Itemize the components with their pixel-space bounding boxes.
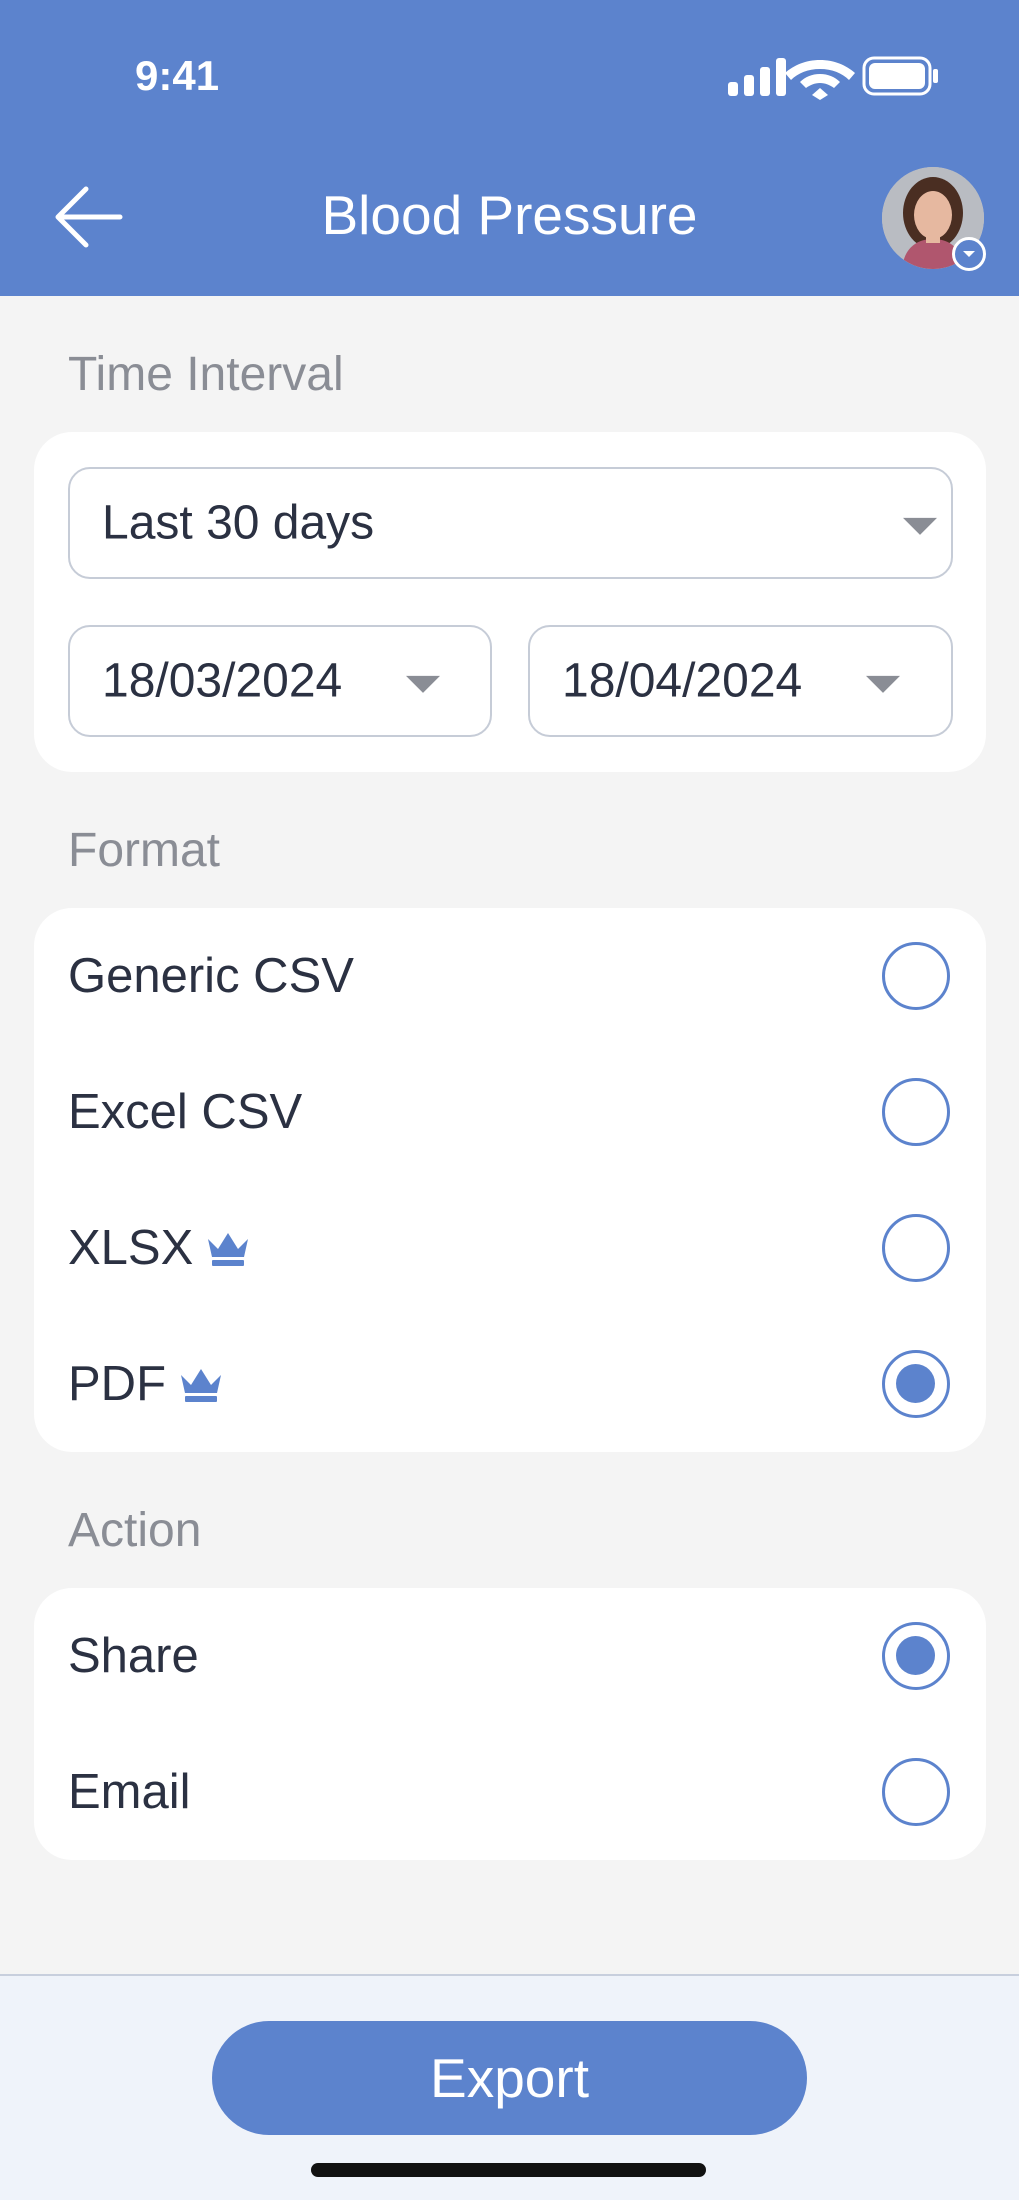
end-date-value: 18/04/2024 [562, 654, 803, 708]
format-option-label: XLSX [68, 1221, 194, 1275]
format-option-label: PDF [68, 1357, 166, 1411]
radio-dot [896, 1364, 935, 1403]
format-card: Generic CSV Excel CSV XLSX PDF [34, 908, 986, 1452]
radio-button-selected[interactable] [882, 1622, 950, 1690]
format-option-label: Generic CSV [68, 949, 354, 1003]
format-option-generic-csv[interactable]: Generic CSV [34, 908, 986, 1044]
action-option-label: Share [68, 1629, 199, 1683]
premium-crown-icon [208, 1233, 248, 1266]
export-button[interactable]: Export [212, 2021, 807, 2135]
interval-preset-value: Last 30 days [102, 496, 375, 550]
start-date-value: 18/03/2024 [102, 654, 343, 708]
chevron-down-icon [406, 675, 440, 693]
chevron-down-icon [866, 675, 900, 693]
action-option-share[interactable]: Share [34, 1588, 986, 1724]
format-option-excel-csv[interactable]: Excel CSV [34, 1044, 986, 1180]
radio-button[interactable] [882, 1214, 950, 1282]
radio-button[interactable] [882, 1758, 950, 1826]
cellular-signal-icon [728, 58, 786, 96]
action-option-email[interactable]: Email [34, 1724, 986, 1860]
radio-button[interactable] [882, 942, 950, 1010]
radio-button[interactable] [882, 1078, 950, 1146]
app-header: 9:41 Blood Pressure [0, 0, 1019, 296]
format-label: Format [68, 824, 221, 877]
wifi-icon [785, 60, 855, 100]
profile-avatar[interactable] [882, 167, 986, 271]
battery-icon [862, 56, 938, 96]
home-indicator [311, 2163, 706, 2177]
radio-dot [896, 1636, 935, 1675]
format-option-label: Excel CSV [68, 1085, 303, 1139]
format-option-xlsx[interactable]: XLSX [34, 1180, 986, 1316]
interval-preset-select[interactable]: Last 30 days [68, 467, 953, 579]
time-interval-label: Time Interval [68, 348, 344, 401]
avatar-dropdown-badge [952, 237, 986, 271]
start-date-select[interactable]: 18/03/2024 [68, 625, 492, 737]
status-time: 9:41 [135, 52, 220, 99]
page-title: Blood Pressure [321, 184, 698, 246]
end-date-select[interactable]: 18/04/2024 [528, 625, 953, 737]
chevron-down-icon [903, 517, 937, 535]
action-option-label: Email [68, 1765, 191, 1819]
premium-crown-icon [181, 1369, 221, 1402]
radio-button-selected[interactable] [882, 1350, 950, 1418]
action-label: Action [68, 1504, 202, 1557]
status-icons [728, 56, 938, 100]
time-interval-card: Last 30 days 18/03/2024 18/04/2024 [34, 432, 986, 772]
format-option-pdf[interactable]: PDF [34, 1316, 986, 1452]
chevron-down-icon [963, 251, 975, 257]
action-card: Share Email [34, 1588, 986, 1860]
footer-bar: Export [0, 1974, 1019, 2200]
